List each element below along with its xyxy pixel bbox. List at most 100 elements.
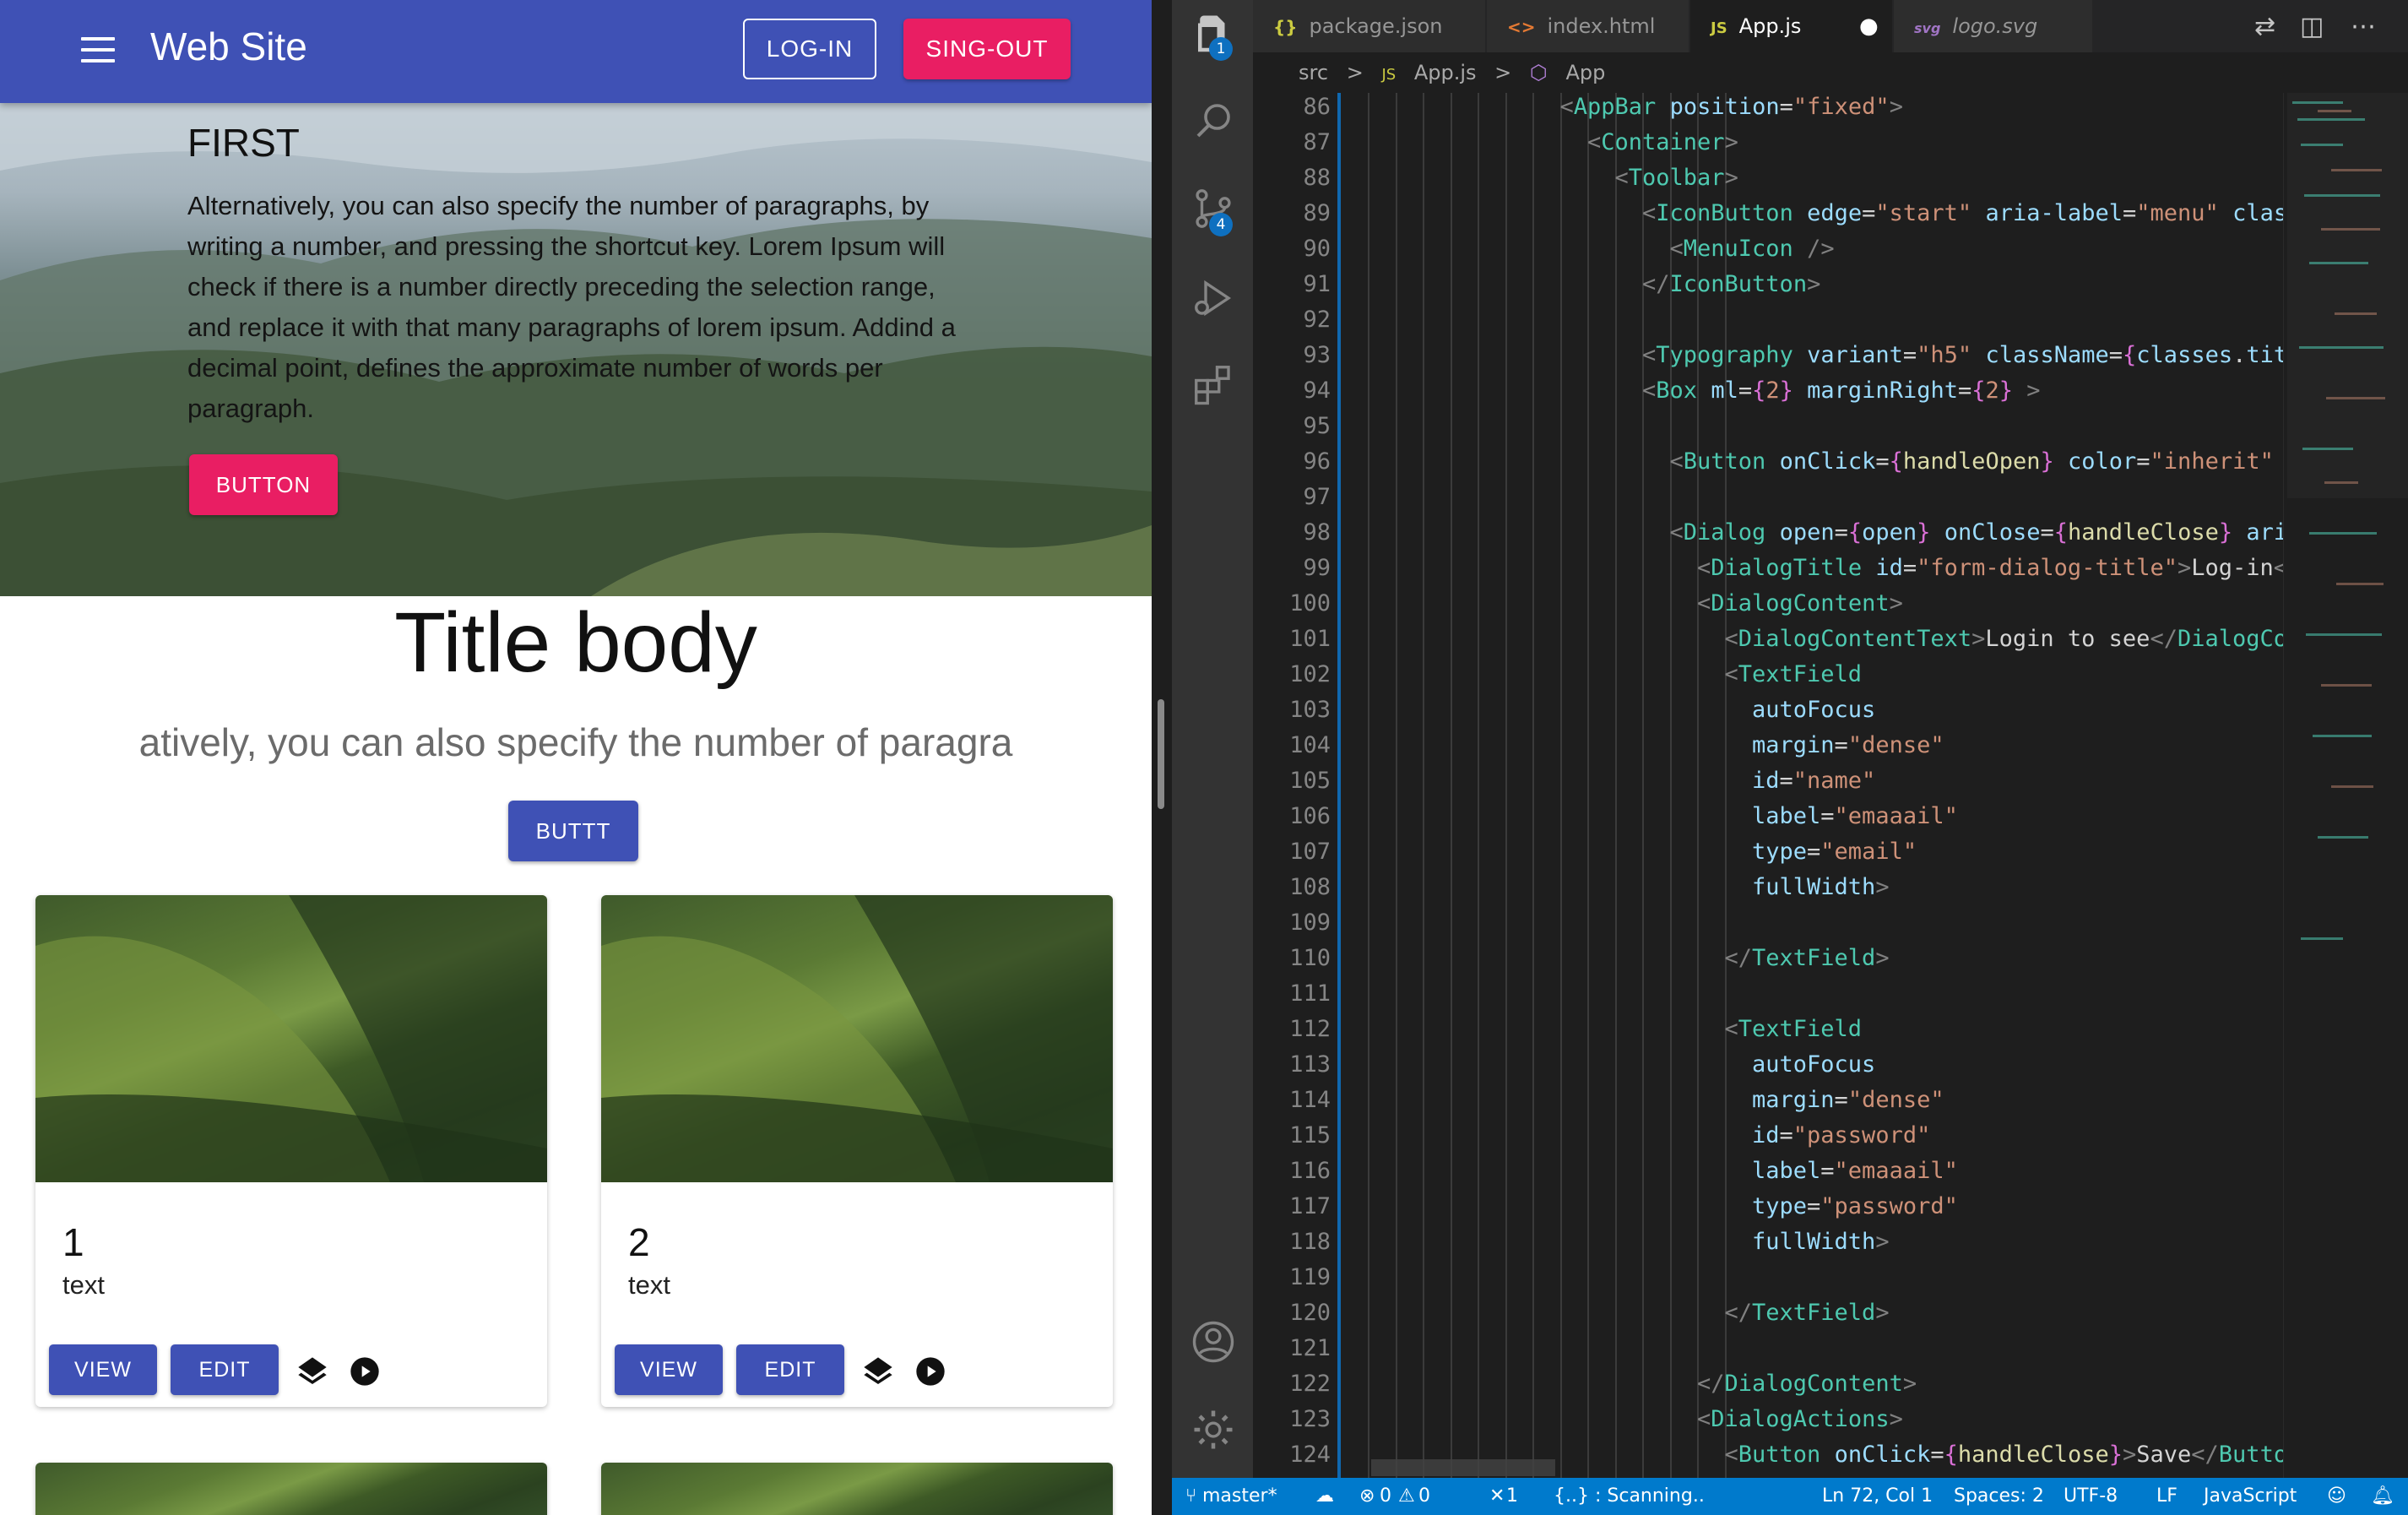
code-text[interactable]: <DialogContent> [1697,586,1903,622]
play-icon[interactable] [348,1355,382,1388]
ports-count[interactable]: 1 [1506,1478,1518,1515]
code-text[interactable]: <Typography variant="h5" className={clas… [1642,338,2356,373]
code-text[interactable]: <TextField [1725,1012,1863,1047]
code-line[interactable]: 121 [1253,1331,2266,1366]
compare-icon[interactable]: ⇄ [2254,12,2275,41]
code-line[interactable]: 118 fullWidth> [1253,1224,2266,1260]
code-line[interactable]: 111 [1253,976,2266,1012]
signout-button[interactable]: SING-OUT [903,19,1071,79]
code-line[interactable]: 95 [1253,409,2266,444]
code-text[interactable]: <DialogTitle id="form-dialog-title">Log-… [1697,551,2356,586]
language-mode[interactable]: JavaScript [2204,1478,2297,1515]
tab-package-json[interactable]: {} package.json [1253,0,1486,52]
modified-dot-icon[interactable]: ● [1859,0,1879,52]
error-icon[interactable]: ⊗ [1359,1478,1375,1515]
more-actions-icon[interactable]: ⋯ [2351,12,2376,41]
code-text[interactable]: <Box ml={2} marginRight={2} > [1642,373,2041,409]
code-line[interactable]: 90 <MenuIcon /> [1253,231,2266,267]
code-text[interactable]: <Button onClick={handleClose}>Save</Butt… [1725,1437,2315,1473]
code-line[interactable]: 110 </TextField> [1253,941,2266,976]
code-text[interactable]: <Container> [1587,125,1738,160]
code-line[interactable]: 96 <Button onClick={handleOpen} color="in… [1253,444,2356,480]
code-text[interactable]: </IconButton> [1642,267,1820,302]
account-icon[interactable] [1190,1319,1236,1365]
code-text[interactable]: type="email" [1752,834,1917,870]
ports-icon[interactable]: ✕ [1489,1478,1505,1515]
code-line[interactable]: 92 [1253,302,2266,338]
layers-icon[interactable] [861,1355,895,1388]
line-ending[interactable]: LF [2156,1478,2178,1515]
code-line[interactable]: 104 margin="dense" [1253,728,2266,763]
code-line[interactable]: 94 <Box ml={2} marginRight={2} > [1253,373,2266,409]
code-line[interactable]: 103 autoFocus [1253,692,2266,728]
code-line[interactable]: 109 [1253,905,2266,941]
menu-icon[interactable] [81,37,115,66]
code-line[interactable]: 105 id="name" [1253,763,2266,799]
tab-index-html[interactable]: <> index.html [1487,0,1689,52]
branch-name[interactable]: master* [1202,1478,1277,1515]
warning-count[interactable]: 0 [1418,1478,1430,1515]
sync-icon[interactable]: ☁ [1315,1478,1334,1515]
code-text[interactable]: id="name" [1752,763,1875,799]
code-line[interactable]: 99 <DialogTitle id="form-dialog-title">Lo… [1253,551,2356,586]
code-text[interactable]: </TextField> [1725,941,1890,976]
code-line[interactable]: 115 id="password" [1253,1118,2266,1154]
notifications-icon[interactable]: 🔔︎ [2371,1478,2394,1515]
code-text[interactable]: autoFocus [1752,692,1875,728]
code-line[interactable]: 123 <DialogActions> [1253,1402,2266,1437]
code-text[interactable]: </TextField> [1725,1295,1890,1331]
code-line[interactable]: 102 <TextField [1253,657,2266,692]
code-text[interactable]: <MenuIcon /> [1670,231,1835,267]
code-text[interactable]: <Toolbar> [1615,160,1738,196]
code-line[interactable]: 98 <Dialog open={open} onClose={handleClo… [1253,515,2356,551]
code-text[interactable]: <Button onClick={handleOpen} color="inhe… [1670,444,2356,480]
code-text[interactable]: id="password" [1752,1118,1930,1154]
code-text[interactable]: <IconButton edge="start" aria-label="men… [1642,196,2356,231]
breadcrumb-item[interactable]: src [1299,61,1328,84]
login-button[interactable]: LOG-IN [743,19,876,79]
split-divider[interactable] [1152,0,1172,1515]
code-line[interactable]: 120 </TextField> [1253,1295,2266,1331]
horizontal-scrollbar[interactable] [1371,1459,1555,1476]
code-text[interactable]: <AppBar position="fixed"> [1560,93,1903,125]
play-icon[interactable] [914,1355,947,1388]
code-line[interactable]: 107 type="email" [1253,834,2266,870]
feedback-icon[interactable]: ☺ [2327,1478,2346,1515]
code-line[interactable]: 122 </DialogContent> [1253,1366,2266,1402]
code-editor[interactable]: 86 <AppBar position="fixed"> 87 <Container>… [1253,93,2408,1478]
code-line[interactable]: 100 <DialogContent> [1253,586,2266,622]
code-text[interactable]: <TextField [1725,657,1863,692]
code-line[interactable]: 114 margin="dense" [1253,1083,2266,1118]
code-text[interactable]: fullWidth> [1752,870,1890,905]
code-text[interactable]: autoFocus [1752,1047,1875,1083]
tab-app-js[interactable]: JS App.js ● [1690,0,1893,52]
code-line[interactable]: 88 <Toolbar> [1253,160,2266,196]
run-debug-icon[interactable] [1190,275,1236,321]
code-line[interactable]: 106 label="emaaail" [1253,799,2266,834]
code-line[interactable]: 101 <DialogContentText>Login to see</Dial… [1253,622,2356,657]
view-button[interactable]: VIEW [615,1344,723,1395]
code-line[interactable]: 89 <IconButton edge="start" aria-label="m… [1253,196,2356,231]
error-count[interactable]: 0 [1380,1478,1391,1515]
code-line[interactable]: 112 <TextField [1253,1012,2266,1047]
gear-icon[interactable] [1190,1407,1236,1453]
warning-icon[interactable]: ⚠ [1398,1478,1415,1515]
code-line[interactable]: 86 <AppBar position="fixed"> [1253,93,2266,125]
body-button[interactable]: BUTTT [508,801,638,861]
view-button[interactable]: VIEW [49,1344,157,1395]
code-line[interactable]: 97 [1253,480,2266,515]
code-text[interactable]: label="emaaail" [1752,799,1958,834]
divider-grip[interactable] [1158,699,1164,809]
code-line[interactable]: 93 <Typography variant="h5" className={cl… [1253,338,2356,373]
layers-icon[interactable] [296,1355,329,1388]
code-text[interactable]: fullWidth> [1752,1224,1890,1260]
code-line[interactable]: 117 type="password" [1253,1189,2266,1224]
code-line[interactable]: 116 label="emaaail" [1253,1154,2266,1189]
search-icon[interactable] [1190,98,1236,144]
code-line[interactable]: 91 </IconButton> [1253,267,2266,302]
tab-logo-svg[interactable]: svg logo.svg [1894,0,2093,52]
code-line[interactable]: 87 <Container> [1253,125,2266,160]
branch-icon[interactable]: ⑂ [1185,1478,1196,1515]
code-line[interactable]: 119 [1253,1260,2266,1295]
minimap[interactable] [2283,93,2408,1478]
